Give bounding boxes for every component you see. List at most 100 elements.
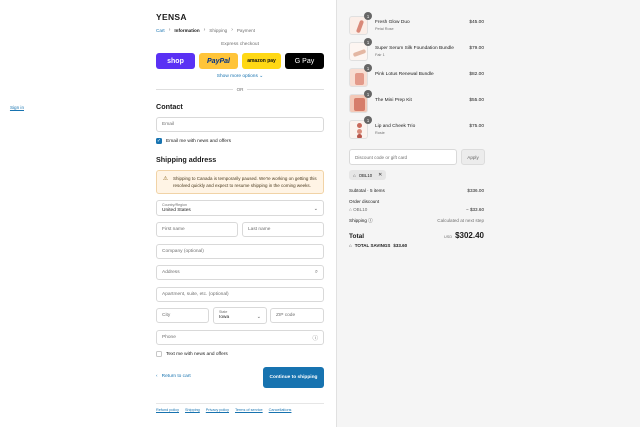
continue-to-shipping-button[interactable]: Continue to shipping (263, 367, 324, 388)
quantity-badge: 1 (364, 116, 372, 124)
apply-discount-button[interactable]: Apply (461, 149, 485, 165)
savings-amount: $33.60 (393, 243, 408, 248)
cart-item: 1 Pink Lotus Renewal Bundle $82.00 (349, 64, 484, 88)
product-image-shape (357, 123, 362, 128)
shipping-notice: ⚠ Shipping to Canada is temporarily paus… (156, 170, 324, 194)
warning-icon: ⚠ (163, 176, 168, 182)
remove-discount-icon[interactable]: ✕ (378, 172, 382, 178)
breadcrumb-cart[interactable]: Cart (156, 28, 165, 33)
footer-links: Refund policy Shipping Privacy policy Te… (156, 408, 291, 412)
product-name: Super Serum Silk Foundation Bundle (375, 46, 454, 51)
apartment-placeholder: Apartment, suite, etc. (optional) (162, 292, 229, 297)
city-field[interactable]: City (156, 308, 209, 323)
first-name-placeholder: First name (162, 227, 185, 232)
terms-of-service-link[interactable]: Terms of service (235, 408, 263, 412)
contact-title: Contact (156, 102, 183, 111)
product-price: $79.00 (469, 46, 484, 51)
discount-placeholder: Discount code or gift card (355, 154, 408, 160)
google-pay-button[interactable]: G Pay (285, 53, 324, 69)
email-news-checkbox-row[interactable]: ✓ Email me with news and offers (156, 138, 231, 144)
return-to-cart-link[interactable]: ‹ Return to cart (156, 374, 191, 379)
shipping-notice-text: Shipping to Canada is temporarily paused… (173, 176, 317, 188)
company-field[interactable]: Company (optional) (156, 244, 324, 259)
checkout-form-panel: YENSA Cart › Information › Shipping › Pa… (0, 0, 336, 427)
savings-label: TOTAL SAVINGS (354, 243, 391, 248)
order-discount-row: Order discount (349, 199, 484, 204)
email-placeholder: Email (162, 122, 174, 127)
last-name-field[interactable]: Last name (242, 222, 324, 237)
last-name-placeholder: Last name (248, 227, 271, 232)
product-image-shape (355, 73, 364, 85)
brand-logo[interactable]: YENSA (156, 12, 187, 22)
company-placeholder: Company (optional) (162, 249, 204, 254)
phone-field[interactable]: Phone ⓘ (156, 330, 324, 345)
product-name: Fresh Glow Duo (375, 20, 410, 25)
product-name: The Mini Prep Kit (375, 98, 412, 103)
product-price: $45.00 (469, 20, 484, 25)
cart-item: 1 Lip and Cheek Trio Rosie $75.00 (349, 116, 484, 140)
footer-divider (156, 403, 324, 404)
discount-code-label: ⌂ OBL10 (349, 207, 367, 212)
product-price: $82.00 (469, 72, 484, 77)
cart-item: 1 The Mini Prep Kit $55.00 (349, 90, 484, 114)
shipping-row: Shipping ⓘ Calculated at next step (349, 218, 484, 224)
chevron-right-icon: › (168, 27, 171, 33)
shop-pay-button[interactable]: shop (156, 53, 195, 69)
email-news-checkbox[interactable]: ✓ (156, 138, 162, 144)
express-buttons: shop PayPal amazon pay G Pay (156, 53, 324, 69)
quantity-badge: 1 (364, 90, 372, 98)
shipping-address-title: Shipping address (156, 155, 217, 164)
refund-policy-link[interactable]: Refund policy (156, 408, 179, 412)
product-variant: Rosie (375, 131, 385, 135)
country-label: Country/Region (162, 203, 187, 207)
total-value-group: USD $302.40 (444, 231, 484, 240)
zip-field[interactable]: ZIP code (270, 308, 324, 323)
paypal-button[interactable]: PayPal (199, 53, 238, 69)
divider-line (247, 89, 325, 90)
help-icon[interactable]: ⓘ (312, 334, 318, 342)
product-variant: Fair 1 (375, 53, 385, 57)
quantity-badge: 1 (364, 38, 372, 46)
cancellations-link[interactable]: Cancellations (269, 408, 292, 412)
state-select[interactable]: State Iowa ⌄ (213, 307, 267, 324)
discount-code-row: ⌂ OBL10 − $33.60 (349, 207, 484, 212)
discount-code-input[interactable]: Discount code or gift card (349, 149, 457, 165)
cart-item: 1 Super Serum Silk Foundation Bundle Fai… (349, 38, 484, 62)
total-label: Total (349, 233, 365, 240)
apartment-field[interactable]: Apartment, suite, etc. (optional) (156, 287, 324, 302)
product-price: $75.00 (469, 124, 484, 129)
show-more-options-link[interactable]: Show more options ⌄ (156, 74, 324, 79)
text-news-checkbox[interactable] (156, 351, 162, 357)
cart-item: 1 Fresh Glow Duo Petal Rose $45.00 (349, 12, 484, 36)
privacy-policy-link[interactable]: Privacy policy (206, 408, 229, 412)
product-image-shape (357, 134, 362, 138)
product-price: $55.00 (469, 98, 484, 103)
product-image-shape (355, 19, 365, 34)
breadcrumb-shipping: Shipping (209, 27, 228, 33)
discount-amount: − $33.60 (465, 207, 484, 212)
state-label: State (219, 310, 228, 314)
subtotal-value: $336.00 (467, 188, 484, 193)
first-name-field[interactable]: First name (156, 222, 238, 237)
breadcrumb: Cart › Information › Shipping › Payment (156, 27, 255, 33)
email-field[interactable]: Email (156, 117, 324, 132)
product-variant: Petal Rose (375, 27, 394, 31)
shipping-value: Calculated at next step (437, 218, 484, 223)
search-icon: ⌕ (314, 269, 318, 275)
sign-in-link[interactable]: Sign in (10, 105, 24, 110)
address-field[interactable]: Address ⌕ (156, 265, 324, 280)
text-news-label: Text me with news and offers (166, 351, 228, 357)
email-news-label: Email me with news and offers (166, 138, 231, 144)
quantity-badge: 1 (364, 64, 372, 72)
phone-placeholder: Phone (162, 335, 176, 340)
order-summary-panel (336, 0, 640, 427)
text-news-checkbox-row[interactable]: Text me with news and offers (156, 351, 228, 357)
shipping-policy-link[interactable]: Shipping (185, 408, 200, 412)
country-select[interactable]: Country/Region United States ⌄ (156, 200, 324, 216)
shipping-label: Shipping (349, 218, 367, 223)
address-placeholder: Address (162, 270, 180, 275)
country-value: United States (162, 208, 191, 213)
or-label: OR (236, 87, 244, 92)
help-icon[interactable]: ⓘ (368, 218, 373, 223)
amazon-pay-button[interactable]: amazon pay (242, 53, 281, 69)
